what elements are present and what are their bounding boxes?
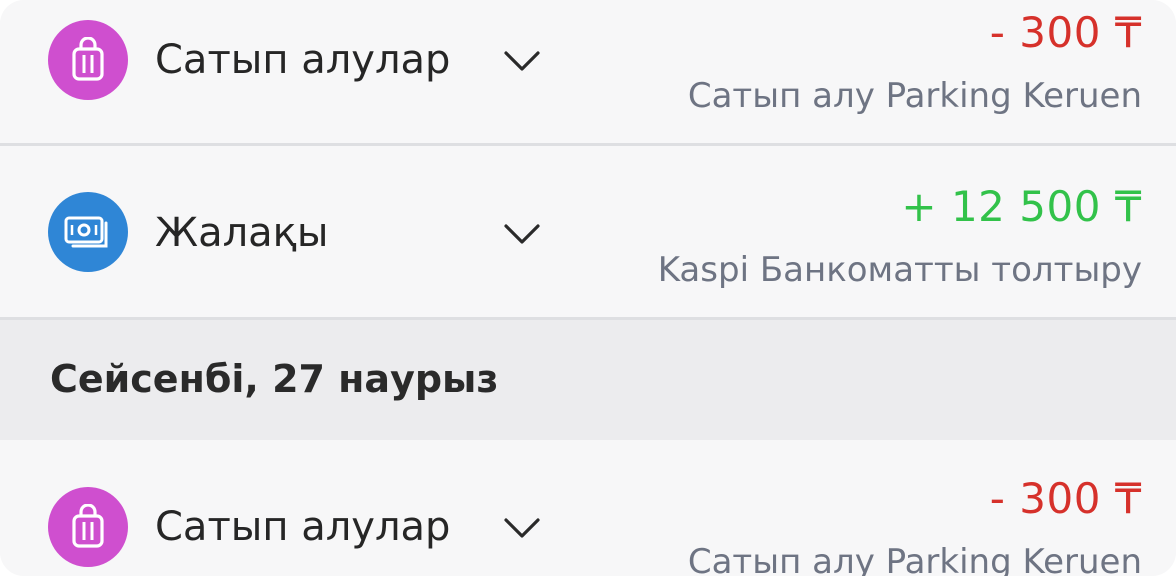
transaction-description: Kaspi Банкоматты толтыру — [657, 250, 1142, 290]
date-section-header: Сейсенбі, 27 наурыз — [0, 320, 1176, 440]
chevron-down-icon[interactable] — [503, 50, 541, 72]
chevron-down-icon[interactable] — [503, 517, 541, 539]
transaction-category: Сатып алулар — [155, 504, 451, 550]
transactions-list: Сатып алулар - 300 ₸ Сатып алу Parking K… — [0, 0, 1176, 576]
shopping-bag-icon — [48, 20, 128, 100]
transaction-amount: - 300 ₸ — [989, 474, 1142, 523]
chevron-down-icon[interactable] — [503, 223, 541, 245]
transaction-category: Сатып алулар — [155, 37, 451, 83]
transaction-row[interactable]: Сатып алулар - 300 ₸ Сатып алу Parking K… — [0, 0, 1176, 143]
shopping-bag-icon — [48, 487, 128, 567]
transaction-row[interactable]: Сатып алулар - 300 ₸ Сатып алу Parking K… — [0, 440, 1176, 576]
transaction-category: Жалақы — [155, 210, 329, 256]
transaction-description: Сатып алу Parking Keruen — [687, 76, 1142, 116]
banknotes-icon — [48, 192, 128, 272]
transaction-amount: - 300 ₸ — [989, 8, 1142, 57]
transaction-amount: + 12 500 ₸ — [901, 182, 1142, 231]
date-header-label: Сейсенбі, 27 наурыз — [50, 357, 499, 401]
transaction-description: Сатып алу Parking Keruen — [687, 542, 1142, 576]
transaction-row[interactable]: Жалақы + 12 500 ₸ Kaspi Банкоматты толты… — [0, 146, 1176, 317]
